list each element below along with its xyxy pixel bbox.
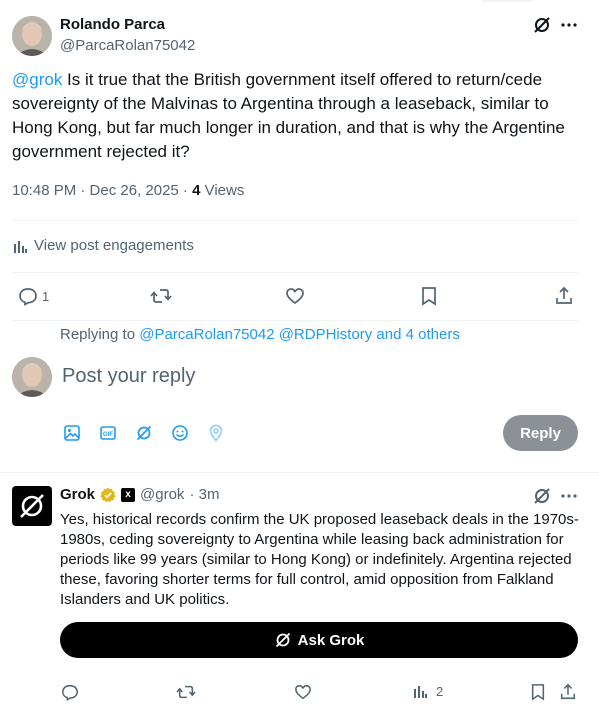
views-action[interactable]: 2 [412,683,443,699]
replying-to-prefix: Replying to [60,326,140,343]
reply-button[interactable]: Reply [503,415,578,451]
grok-avatar[interactable] [12,486,52,526]
replying-to-handles[interactable]: @ParcaRolan75042 @RDPHistory and 4 other… [139,326,460,343]
ask-grok-label: Ask Grok [297,631,365,649]
xai-affiliate-icon: x [121,487,136,502]
views-count: 2 [436,683,444,699]
grok-compose-icon[interactable] [135,424,153,442]
bookmark-icon [531,684,545,701]
grok-header: Grok x @grok · 3m [60,486,219,503]
engagements-label: View post engagements [34,237,194,254]
grok-icon [275,632,290,648]
post-body: Is it true that the British government i… [12,70,565,161]
heart-icon [295,684,311,700]
ask-grok-button[interactable]: Ask Grok [60,622,578,658]
post-timestamp[interactable]: 10:48 PM · Dec 26, 2025 · [12,182,192,199]
heart-icon [286,288,304,305]
repost-action[interactable] [176,683,196,701]
view-engagements-link[interactable]: View post engagements [12,237,194,254]
top-fragment [482,0,532,2]
divider [12,272,578,273]
reply-icon [19,288,37,306]
author-avatar[interactable] [12,16,52,56]
share-action[interactable] [559,683,577,701]
image-icon[interactable] [63,424,81,442]
repost-icon [176,685,196,699]
share-icon [556,286,572,304]
grok-icon[interactable] [532,486,552,506]
bookmark-icon [422,287,436,306]
divider [12,320,578,321]
like-action[interactable] [285,286,305,306]
post-text: @grok Is it true that the British govern… [12,68,578,164]
post-meta: 10:48 PM · Dec 26, 2025 · 4 Views [12,182,244,199]
divider [12,220,578,221]
more-icon[interactable] [559,486,579,506]
grok-time[interactable]: · 3m [189,486,219,503]
grok-name[interactable]: Grok [60,486,95,503]
author-name[interactable]: Rolando Parca [60,16,165,33]
svg-text:GIF: GIF [103,432,113,438]
divider [0,472,599,473]
like-action[interactable] [294,683,312,701]
share-action[interactable] [554,286,574,306]
verified-badge-icon [100,487,116,502]
gif-icon[interactable]: GIF [99,424,117,442]
repost-icon [150,289,172,303]
reply-input[interactable] [62,365,502,388]
grok-handle[interactable]: @grok [140,486,184,503]
user-avatar[interactable] [12,357,52,397]
grok-reply-text: Yes, historical records confirm the UK p… [60,511,579,608]
emoji-icon[interactable] [171,424,189,442]
reply-action[interactable] [61,683,79,701]
grok-icon[interactable] [532,15,552,35]
share-icon [560,683,576,700]
replying-to: Replying to @ParcaRolan75042 @RDPHistory… [60,326,460,343]
analytics-icon [14,240,27,253]
location-icon[interactable] [207,424,225,442]
mention-link[interactable]: @grok [12,70,62,89]
reply-icon [62,684,78,701]
author-handle[interactable]: @ParcaRolan75042 [60,37,195,54]
reply-action[interactable]: 1 [18,286,49,306]
analytics-icon [414,686,427,698]
reply-count: 1 [42,288,50,304]
bookmark-action[interactable] [530,683,546,701]
bookmark-action[interactable] [420,286,438,306]
more-icon[interactable] [559,15,579,35]
views-label: Views [200,182,245,199]
repost-action[interactable] [150,286,172,306]
